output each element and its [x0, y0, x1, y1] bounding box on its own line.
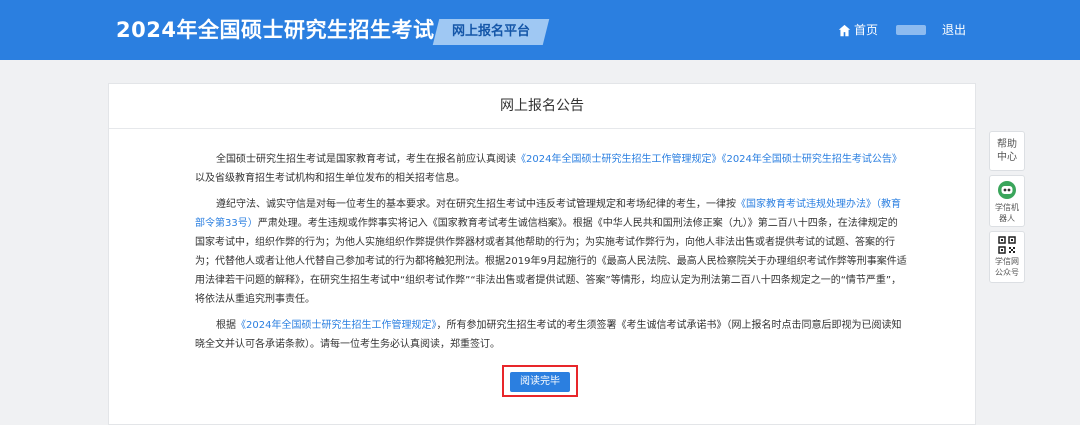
paragraph-text: 严肃处理。考生违规或作弊事实将记入《国家教育考试考生诚信档案》。根据《中华人民共… — [195, 218, 907, 305]
link-management-regulations[interactable]: 《2024年全国硕士研究生招生工作管理规定》 — [516, 154, 721, 165]
paragraph-text: 遵纪守法、诚实守信是对每一位考生的基本要求。对在研究生招生考试中违反考试管理规定… — [216, 199, 736, 210]
notice-content: 全国硕士研究生招生考试是国家教育考试，考生在报名前应认真阅读《2024年全国硕士… — [195, 150, 907, 361]
notice-paragraph-2: 遵纪守法、诚实守信是对每一位考生的基本要求。对在研究生招生考试中违反考试管理规定… — [195, 195, 907, 309]
robot-icon — [998, 181, 1016, 199]
site-title: 2024年全国硕士研究生招生考试 — [116, 18, 435, 42]
paragraph-text: 根据 — [216, 320, 236, 331]
qr-code-label: 学信网公众号 — [995, 257, 1019, 277]
robot-button[interactable]: 学信机器人 — [989, 175, 1025, 227]
qr-code-button[interactable]: 学信网公众号 — [989, 231, 1025, 283]
notice-card: 网上报名公告 全国硕士研究生招生考试是国家教育考试，考生在报名前应认真阅读《20… — [108, 83, 976, 425]
side-toolbar: 帮助中心 学信机器人 学信网公众号 — [989, 131, 1027, 287]
paragraph-text: 以及省级教育招生考试机构和招生单位发布的相关招考信息。 — [195, 173, 465, 184]
notice-paragraph-3: 根据《2024年全国硕士研究生招生工作管理规定》，所有参加研究生招生考试的考生须… — [195, 316, 907, 354]
robot-label: 学信机器人 — [995, 203, 1019, 223]
notice-title: 网上报名公告 — [109, 84, 975, 129]
platform-badge: 网上报名平台 — [432, 19, 550, 45]
nav-home-link[interactable]: 首页 — [838, 22, 878, 38]
home-icon — [838, 24, 851, 36]
link-management-regulations-2[interactable]: 《2024年全国硕士研究生招生工作管理规定》 — [236, 320, 436, 331]
platform-badge-label: 网上报名平台 — [451, 24, 530, 39]
paragraph-text: 全国硕士研究生招生考试是国家教育考试，考生在报名前应认真阅读 — [216, 154, 516, 165]
help-center-button[interactable]: 帮助中心 — [989, 131, 1025, 171]
link-exam-announcement[interactable]: 《2024年全国硕士研究生招生考试公告》 — [721, 154, 901, 165]
help-center-label: 帮助中心 — [997, 139, 1017, 163]
top-header: 2024年全国硕士研究生招生考试 网上报名平台 首页 退出 — [0, 0, 1080, 60]
read-complete-button[interactable]: 阅读完毕 — [510, 372, 570, 392]
notice-paragraph-1: 全国硕士研究生招生考试是国家教育考试，考生在报名前应认真阅读《2024年全国硕士… — [195, 150, 907, 188]
logout-link[interactable]: 退出 — [942, 22, 966, 38]
read-button-highlight: 阅读完毕 — [502, 365, 578, 397]
user-name-redacted[interactable] — [896, 25, 926, 35]
nav-home-label: 首页 — [854, 23, 879, 37]
qr-code-icon — [998, 236, 1016, 254]
